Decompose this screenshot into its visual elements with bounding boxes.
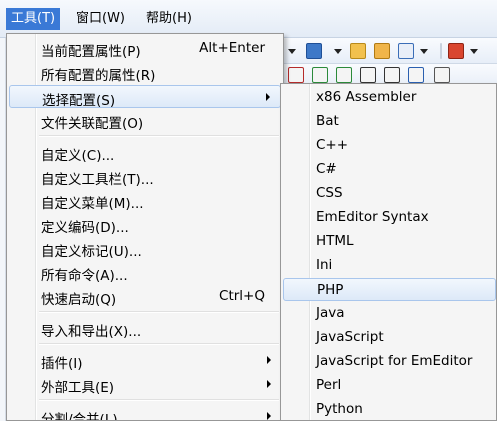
menu-item-label: 导入和导出(X)... xyxy=(41,324,142,340)
config-item-label: EmEditor Syntax xyxy=(316,209,429,225)
config-submenu: x86 Assembler Bat C++ C# CSS EmEditor Sy… xyxy=(280,83,497,421)
config-item-html[interactable]: HTML xyxy=(283,230,496,253)
menu-separator xyxy=(39,311,279,313)
menu-item-current-props[interactable]: 当前配置属性(P) Alt+Enter xyxy=(9,37,281,60)
menu-item-select-config[interactable]: 选择配置(S) xyxy=(9,85,281,109)
config-item-x86-assembler[interactable]: x86 Assembler xyxy=(283,86,496,109)
menu-tools[interactable]: 工具(T) xyxy=(6,8,61,30)
menu-item-label: 所有命令(A)... xyxy=(41,268,128,284)
properties-icon[interactable] xyxy=(350,43,366,59)
config-item-label: PHP xyxy=(317,282,344,298)
config-item-label: HTML xyxy=(316,233,354,249)
menu-window[interactable]: 窗口(W) xyxy=(71,8,130,30)
menu-separator xyxy=(39,135,279,137)
config-item-label: Ini xyxy=(316,257,333,273)
window-dropdown-icon[interactable] xyxy=(420,49,428,54)
menu-item-customize-toolbar[interactable]: 自定义工具栏(T)... xyxy=(9,165,281,188)
toolbar-dropdown-icon[interactable] xyxy=(288,49,296,54)
menu-item-import-export[interactable]: 导入和导出(X)... xyxy=(9,317,281,340)
bookmark-icon[interactable] xyxy=(312,67,328,83)
menu-item-label: 快速启动(Q) xyxy=(41,292,117,308)
menu-item-label: 分割/合并(L) xyxy=(41,412,118,421)
marker-icon[interactable] xyxy=(288,67,304,83)
config-item-php[interactable]: PHP xyxy=(283,278,496,301)
config-item-css[interactable]: CSS xyxy=(283,182,496,205)
menu-item-customize-menu[interactable]: 自定义菜单(M)... xyxy=(9,189,281,212)
config-item-javascript-emeditor[interactable]: JavaScript for EmEditor xyxy=(283,350,496,373)
menu-separator xyxy=(39,343,279,345)
menu-item-label: 选择配置(S) xyxy=(42,93,116,109)
config-item-csharp[interactable]: C# xyxy=(283,158,496,181)
config-item-label: Perl xyxy=(316,377,342,393)
config-item-java[interactable]: Java xyxy=(283,302,496,325)
menu-item-all-props[interactable]: 所有配置的属性(R) xyxy=(9,61,281,84)
config-item-label: Bat xyxy=(316,113,339,129)
menu-item-label: 自定义工具栏(T)... xyxy=(41,172,154,188)
submenu-arrow-icon xyxy=(266,93,270,101)
config-item-emeditor-syntax[interactable]: EmEditor Syntax xyxy=(283,206,496,229)
menu-item-external-tools[interactable]: 外部工具(E) xyxy=(9,373,281,396)
submenu-arrow-icon xyxy=(267,380,271,388)
menu-item-label: 当前配置属性(P) xyxy=(41,44,141,60)
tools-menu: 当前配置属性(P) Alt+Enter 所有配置的属性(R) 选择配置(S) 文… xyxy=(6,33,284,421)
sort-desc-icon[interactable] xyxy=(408,67,424,83)
config-icon[interactable] xyxy=(306,43,322,59)
all-properties-icon[interactable] xyxy=(374,43,390,59)
config-item-cpp[interactable]: C++ xyxy=(283,134,496,157)
align-icon[interactable] xyxy=(360,67,376,83)
config-item-label: Java xyxy=(316,305,345,321)
menu-separator xyxy=(39,399,279,401)
toolbar-separator xyxy=(440,43,442,59)
config-item-label: Python xyxy=(316,401,363,417)
window-icon[interactable] xyxy=(398,43,414,59)
menu-item-split-merge[interactable]: 分割/合并(L) xyxy=(9,405,281,421)
stop-icon[interactable] xyxy=(448,43,464,59)
menu-item-plugins[interactable]: 插件(I) xyxy=(9,349,281,372)
config-item-label: JavaScript xyxy=(316,329,384,345)
menu-item-quick-launch[interactable]: 快速启动(Q) Ctrl+Q xyxy=(9,285,281,308)
menu-item-label: 所有配置的属性(R) xyxy=(41,68,156,84)
menu-item-label: 定义编码(D)... xyxy=(41,220,129,236)
config-item-javascript[interactable]: JavaScript xyxy=(283,326,496,349)
config-item-label: C++ xyxy=(316,137,349,153)
menu-item-label: 插件(I) xyxy=(41,356,83,372)
sort-icon[interactable] xyxy=(384,67,400,83)
menu-item-file-assoc[interactable]: 文件关联配置(O) xyxy=(9,109,281,132)
menu-item-label: 自定义(C)... xyxy=(41,148,115,164)
config-item-ini[interactable]: Ini xyxy=(283,254,496,277)
menu-item-all-commands[interactable]: 所有命令(A)... xyxy=(9,261,281,284)
menu-item-shortcut: Ctrl+Q xyxy=(219,288,265,304)
menu-item-label: 自定义标记(U)... xyxy=(41,244,142,260)
menu-item-label: 自定义菜单(M)... xyxy=(41,196,144,212)
toolbar xyxy=(268,38,497,64)
menu-help[interactable]: 帮助(H) xyxy=(141,8,197,30)
menu-item-label: 外部工具(E) xyxy=(41,380,115,396)
menu-item-define-encoding[interactable]: 定义编码(D)... xyxy=(9,213,281,236)
config-item-perl[interactable]: Perl xyxy=(283,374,496,397)
menu-item-customize[interactable]: 自定义(C)... xyxy=(9,141,281,164)
config-item-label: C# xyxy=(316,161,337,177)
config-dropdown-icon[interactable] xyxy=(334,49,342,54)
bookmark-next-icon[interactable] xyxy=(336,67,352,83)
config-item-python[interactable]: Python xyxy=(283,398,496,420)
config-item-bat[interactable]: Bat xyxy=(283,110,496,133)
config-item-label: x86 Assembler xyxy=(316,89,417,105)
config-item-label: CSS xyxy=(316,185,343,201)
submenu-arrow-icon xyxy=(267,356,271,364)
submenu-arrow-icon xyxy=(267,412,271,420)
stop-dropdown-icon[interactable] xyxy=(470,49,478,54)
abc-icon[interactable] xyxy=(434,67,450,83)
menu-item-shortcut: Alt+Enter xyxy=(199,40,265,56)
menu-item-label: 文件关联配置(O) xyxy=(41,116,144,132)
config-item-label: JavaScript for EmEditor xyxy=(316,353,473,369)
menu-item-customize-marker[interactable]: 自定义标记(U)... xyxy=(9,237,281,260)
